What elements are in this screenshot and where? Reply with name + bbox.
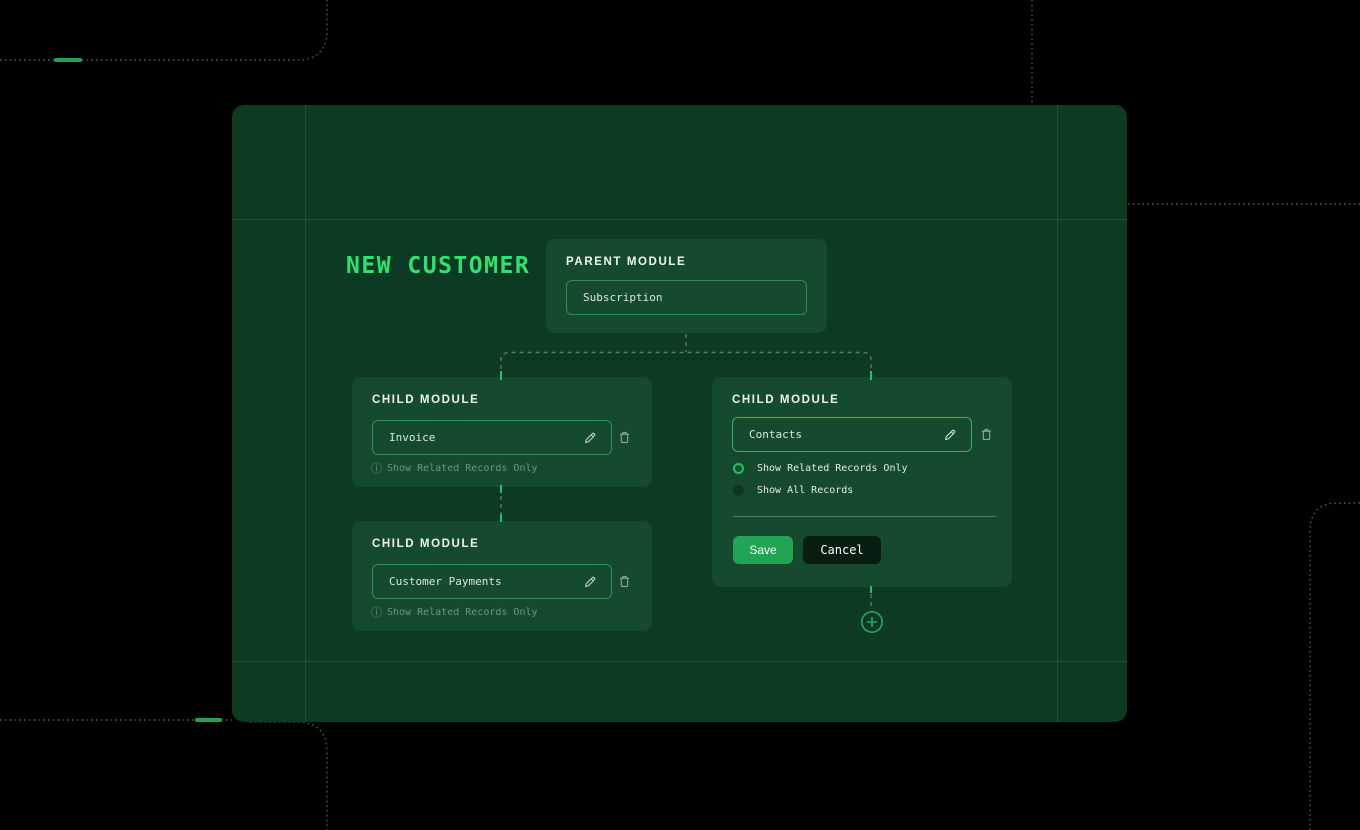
trash-icon[interactable]: [977, 425, 995, 443]
panel-grid-line: [1057, 105, 1058, 722]
panel-grid-line: [305, 105, 306, 722]
radio-show-related-records-only[interactable]: Show Related Records Only: [733, 463, 908, 474]
radio-show-all-records[interactable]: Show All Records: [733, 485, 853, 496]
edit-icon[interactable]: [581, 573, 599, 591]
record-filter-note: ⓘ Show Related Records Only: [371, 607, 538, 618]
trash-icon[interactable]: [615, 428, 633, 446]
edit-icon[interactable]: [581, 429, 599, 447]
child-module-input[interactable]: Customer Payments: [372, 564, 612, 599]
record-filter-note: ⓘ Show Related Records Only: [371, 463, 538, 474]
child-module-heading: CHILD MODULE: [732, 394, 839, 406]
child-module-heading: CHILD MODULE: [372, 538, 479, 550]
info-icon: ⓘ: [371, 607, 382, 618]
record-filter-note-text: Show Related Records Only: [387, 607, 538, 618]
child-module-card-customer-payments: CHILD MODULE Customer Payments ⓘ Show Re…: [352, 521, 652, 631]
add-child-module-button[interactable]: [860, 610, 884, 634]
panel-grid-line: [232, 219, 1127, 220]
trash-icon[interactable]: [615, 572, 633, 590]
info-icon: ⓘ: [371, 463, 382, 474]
child-module-heading: CHILD MODULE: [372, 394, 479, 406]
child-module-value: Invoice: [389, 431, 581, 444]
save-button[interactable]: Save: [733, 536, 793, 564]
report-builder-panel: NEW CUSTOMER REPORT PARENT MODULE Subscr…: [232, 105, 1127, 722]
record-filter-note-text: Show Related Records Only: [387, 463, 538, 474]
parent-module-input[interactable]: Subscription: [566, 280, 807, 315]
child-module-editor-card: CHILD MODULE Contacts Show Related Recor…: [712, 377, 1012, 587]
radio-unselected-icon: [733, 485, 744, 496]
child-module-input-active[interactable]: Contacts: [732, 417, 972, 452]
cancel-button[interactable]: Cancel: [803, 536, 881, 564]
editor-divider: [733, 516, 996, 517]
radio-selected-icon: [733, 463, 744, 474]
edit-icon[interactable]: [941, 426, 959, 444]
child-module-value: Customer Payments: [389, 575, 581, 588]
child-module-value: Contacts: [749, 428, 941, 441]
parent-module-card: PARENT MODULE Subscription: [546, 239, 827, 333]
parent-module-heading: PARENT MODULE: [566, 256, 686, 268]
child-module-card-invoice: CHILD MODULE Invoice ⓘ Show Related Reco…: [352, 377, 652, 487]
panel-grid-line: [232, 661, 1127, 662]
parent-module-value: Subscription: [583, 291, 794, 304]
child-module-input[interactable]: Invoice: [372, 420, 612, 455]
